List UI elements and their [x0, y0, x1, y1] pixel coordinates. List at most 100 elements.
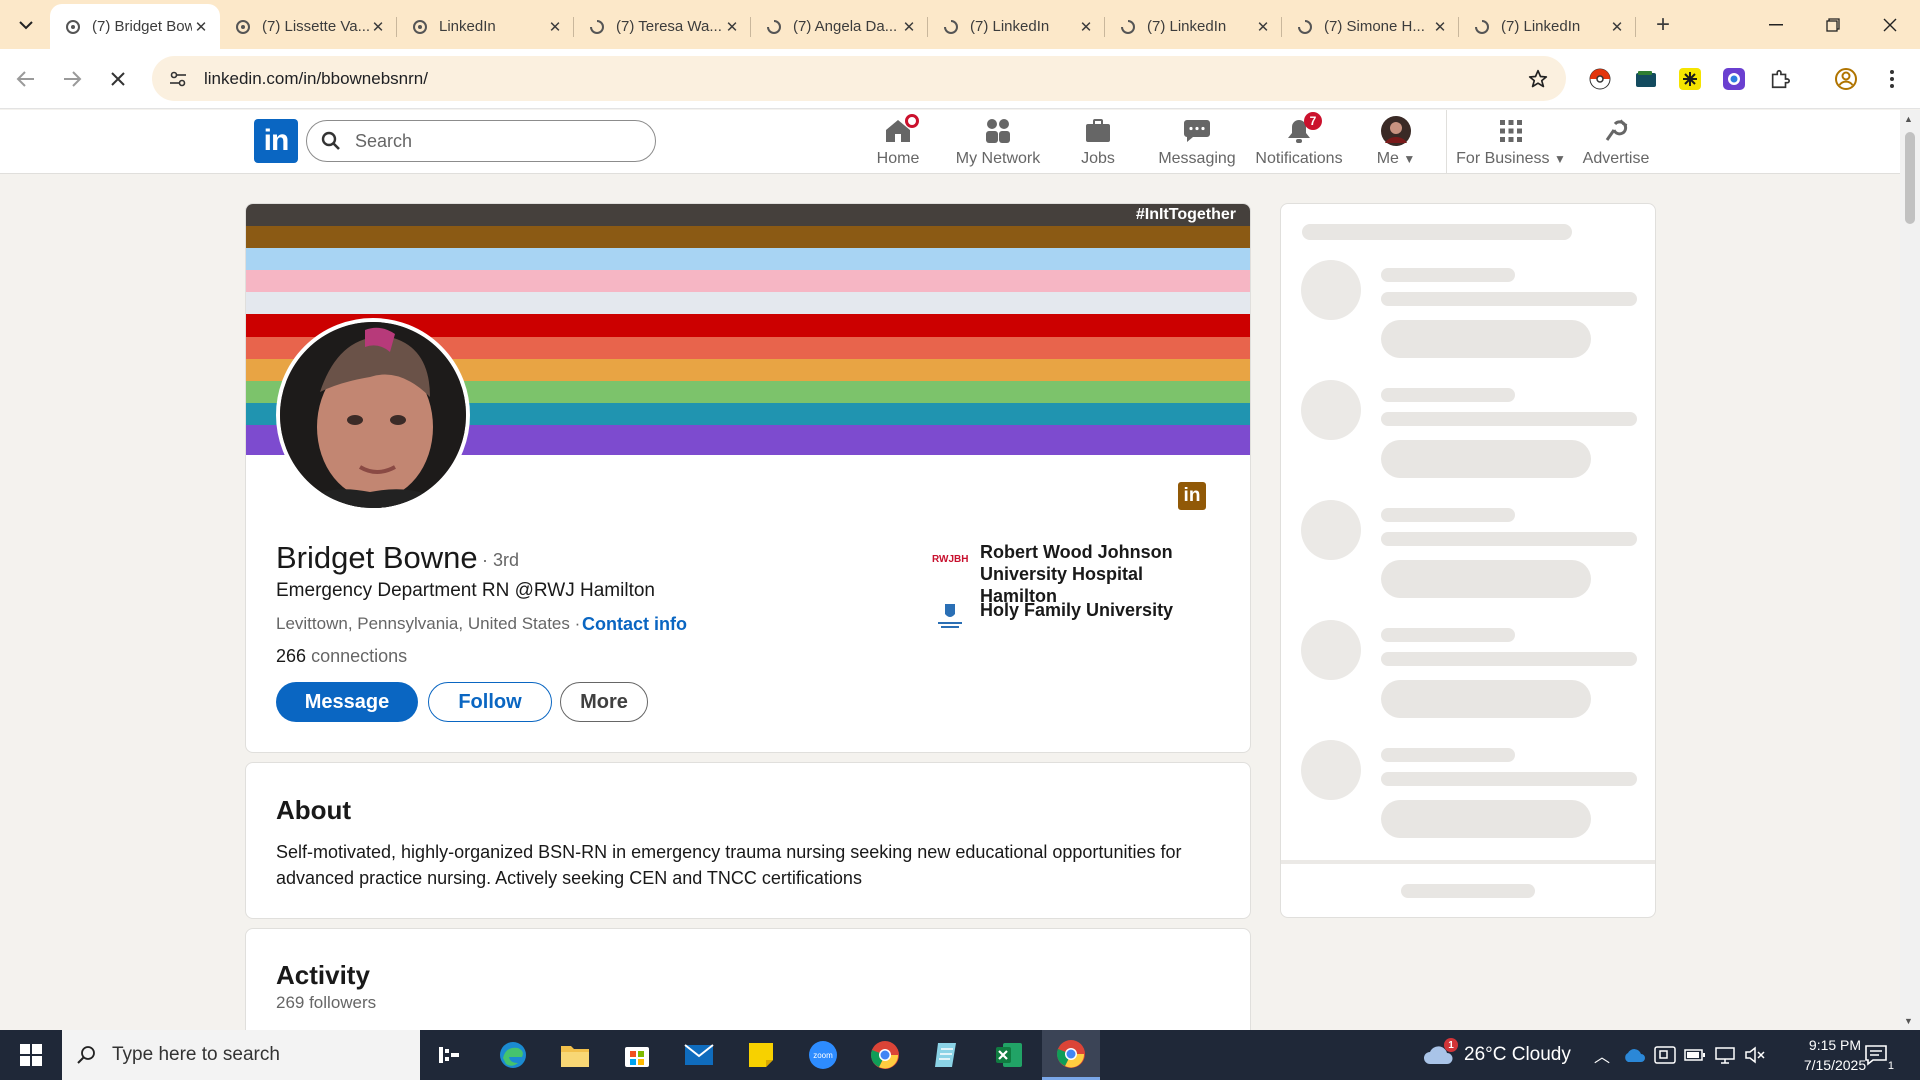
new-tab-button[interactable]: +: [1650, 11, 1676, 38]
task-view-button[interactable]: [420, 1030, 478, 1080]
me-text: Me: [1376, 150, 1399, 167]
tab-linkedin-2[interactable]: (7) LinkedIn ✕: [928, 4, 1105, 49]
nav-me[interactable]: Me ▼: [1374, 116, 1418, 170]
stop-loading-button[interactable]: [102, 63, 134, 95]
tab-simone[interactable]: (7) Simone H... ✕: [1282, 4, 1459, 49]
close-icon[interactable]: ✕: [900, 18, 918, 36]
onedrive-icon[interactable]: [1622, 1030, 1646, 1080]
tab-linkedin-4[interactable]: (7) LinkedIn ✕: [1459, 4, 1636, 49]
tab-title: (7) Lissette Va...: [262, 18, 369, 35]
bell-icon: 7: [1284, 112, 1322, 146]
close-window-button[interactable]: [1862, 0, 1918, 49]
connections-count[interactable]: 266 connections: [276, 646, 407, 667]
scrollbar-thumb[interactable]: [1905, 132, 1915, 224]
network-icon[interactable]: [1714, 1030, 1736, 1080]
tab-angela[interactable]: (7) Angela Da... ✕: [751, 4, 928, 49]
puzzle-extensions-icon[interactable]: [1764, 63, 1796, 95]
right-rail-loading-skeleton: [1280, 203, 1656, 918]
loading-spinner-icon: [765, 18, 783, 36]
chevron-down-icon: [19, 21, 33, 30]
nav-messaging[interactable]: Messaging: [1158, 116, 1236, 170]
scroll-up-arrow-icon[interactable]: ▲: [1904, 114, 1913, 124]
rwjbh-logo: RWJBH: [932, 543, 968, 573]
people-icon: [983, 116, 1013, 146]
tab-teresa[interactable]: (7) Teresa Wa... ✕: [574, 4, 751, 49]
start-button[interactable]: [0, 1030, 62, 1080]
sticky-notes-app[interactable]: [732, 1030, 790, 1080]
tab-linkedin-3[interactable]: (7) LinkedIn ✕: [1105, 4, 1282, 49]
show-hidden-icons[interactable]: ︿: [1594, 1030, 1610, 1080]
notepad-app[interactable]: [918, 1030, 976, 1080]
skeleton-line: [1381, 628, 1515, 642]
zoom-app[interactable]: zoom: [794, 1030, 852, 1080]
caret-down-icon: ▼: [1403, 152, 1416, 166]
nav-advertise[interactable]: Advertise: [1583, 116, 1649, 170]
follow-button[interactable]: Follow: [428, 682, 552, 722]
chrome-app[interactable]: [856, 1030, 914, 1080]
bookmark-star-icon[interactable]: [1518, 59, 1558, 99]
close-icon[interactable]: ✕: [1254, 18, 1272, 36]
linkedin-logo[interactable]: in: [254, 119, 298, 163]
profile-photo[interactable]: [276, 318, 470, 512]
color-picker-extension-icon[interactable]: [1718, 63, 1750, 95]
minimize-button[interactable]: [1748, 0, 1804, 49]
wallet-extension-icon[interactable]: [1630, 63, 1662, 95]
close-icon[interactable]: ✕: [192, 18, 210, 36]
close-icon[interactable]: ✕: [546, 18, 564, 36]
org-current-employer[interactable]: RWJBH Robert Wood Johnson University Hos…: [932, 541, 1220, 607]
mail-app[interactable]: [670, 1030, 728, 1080]
site-info-icon[interactable]: [158, 59, 198, 99]
tab-title: (7) LinkedIn: [1501, 18, 1581, 35]
profile-avatar-icon[interactable]: [1830, 63, 1862, 95]
close-icon[interactable]: ✕: [723, 18, 741, 36]
meet-now-icon[interactable]: [1654, 1030, 1676, 1080]
tab-bridget-bowne[interactable]: (7) Bridget Bowne | LinkedIn ✕: [50, 4, 220, 49]
windows-logo-icon: [20, 1044, 42, 1066]
more-button[interactable]: More: [560, 682, 648, 722]
forward-button[interactable]: [56, 63, 88, 95]
page-scrollbar[interactable]: ▲ ▼: [1900, 110, 1920, 1030]
org-education[interactable]: Holy Family University: [932, 599, 1220, 631]
tab-linkedin[interactable]: LinkedIn ✕: [397, 4, 574, 49]
restore-button[interactable]: [1805, 0, 1861, 49]
skeleton-line: [1302, 224, 1572, 240]
home-icon: [883, 114, 919, 146]
excel-app[interactable]: [980, 1030, 1038, 1080]
skeleton-line: [1381, 748, 1515, 762]
pokeball-extension-icon[interactable]: [1584, 63, 1616, 95]
close-icon[interactable]: ✕: [1608, 18, 1626, 36]
nav-notifications[interactable]: 7 Notifications: [1254, 112, 1344, 170]
scroll-down-arrow-icon[interactable]: ▼: [1904, 1016, 1913, 1026]
profile-top-card: #InItTogether in Bridget Bowne · 3rd Eme…: [245, 203, 1251, 753]
close-icon[interactable]: ✕: [1431, 18, 1449, 36]
action-center-button[interactable]: 1: [1864, 1030, 1894, 1080]
sticky-note-icon: [749, 1043, 773, 1067]
notifications-badge: 7: [1304, 112, 1322, 130]
back-button[interactable]: [10, 63, 42, 95]
file-explorer-app[interactable]: [546, 1030, 604, 1080]
contact-info-link[interactable]: Contact info: [582, 614, 687, 635]
nav-jobs[interactable]: Jobs: [1080, 116, 1116, 170]
nav-my-network[interactable]: My Network: [956, 116, 1040, 170]
store-app[interactable]: [608, 1030, 666, 1080]
close-icon[interactable]: ✕: [369, 18, 387, 36]
notepad-icon: [935, 1043, 956, 1067]
close-icon[interactable]: ✕: [1077, 18, 1095, 36]
edge-app[interactable]: [484, 1030, 542, 1080]
volume-muted-icon[interactable]: [1744, 1030, 1766, 1080]
tab-search-button[interactable]: [10, 10, 42, 40]
nav-home[interactable]: Home: [872, 114, 924, 170]
asterisk-extension-icon[interactable]: [1674, 63, 1706, 95]
weather-widget[interactable]: 1 26°C Cloudy: [1422, 1030, 1571, 1080]
nav-for-business[interactable]: For Business ▼: [1456, 116, 1566, 170]
search-input[interactable]: Search: [306, 120, 656, 162]
kebab-menu-icon[interactable]: [1876, 63, 1908, 95]
taskbar-search-input[interactable]: Type here to search: [62, 1030, 420, 1080]
address-bar[interactable]: linkedin.com/in/bbownebsnrn/: [152, 56, 1566, 101]
tab-lissette[interactable]: (7) Lissette Va... ✕: [220, 4, 397, 49]
close-icon: [1883, 18, 1897, 31]
tab-title: (7) Angela Da...: [793, 18, 898, 35]
chrome-app-active[interactable]: [1042, 1030, 1100, 1080]
battery-icon[interactable]: [1684, 1030, 1706, 1080]
message-button[interactable]: Message: [276, 682, 418, 722]
